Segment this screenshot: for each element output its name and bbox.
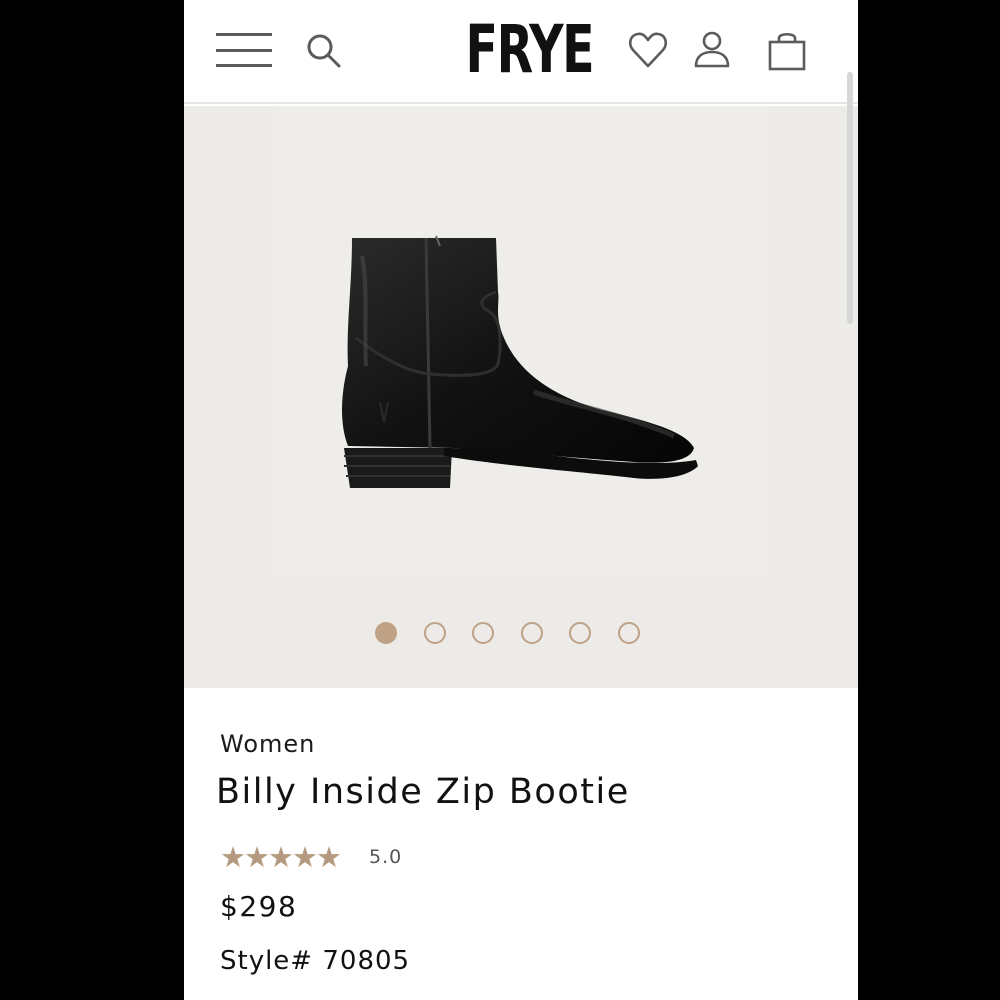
bag-icon[interactable]: [767, 30, 807, 72]
carousel-dot[interactable]: [569, 622, 591, 644]
rating-value: 5.0: [369, 846, 403, 868]
product-category[interactable]: Women: [220, 730, 315, 758]
carousel-dot[interactable]: [618, 622, 640, 644]
heart-icon[interactable]: [628, 30, 668, 70]
star-icon: ★: [220, 840, 246, 874]
carousel-dot[interactable]: [375, 622, 397, 644]
menu-icon[interactable]: [216, 33, 272, 69]
carousel-dot[interactable]: [424, 622, 446, 644]
carousel-dot[interactable]: [521, 622, 543, 644]
product-image-carousel[interactable]: [184, 106, 858, 688]
star-icon: ★: [268, 840, 294, 874]
site-header: FRYE: [184, 0, 858, 104]
star-icon: ★: [316, 840, 342, 874]
scrollbar[interactable]: [847, 72, 853, 324]
black-ankle-boot-image: [342, 235, 698, 488]
product-info: Women Billy Inside Zip Bootie ★★★★★ 5.0 …: [184, 688, 858, 1000]
product-price: $298: [220, 890, 298, 923]
star-rating[interactable]: ★★★★★: [220, 840, 342, 874]
frye-logo[interactable]: FRYE: [466, 12, 595, 88]
star-icon: ★: [244, 840, 270, 874]
mobile-page: FRYE Women Billy Inside Zip Bootie ★★★★★…: [184, 0, 858, 1000]
search-icon[interactable]: [306, 33, 342, 69]
account-icon[interactable]: [694, 30, 730, 70]
style-number: Style# 70805: [220, 946, 411, 976]
carousel-pagination: [184, 622, 858, 646]
carousel-dot[interactable]: [472, 622, 494, 644]
product-title: Billy Inside Zip Bootie: [216, 772, 630, 812]
star-icon: ★: [292, 840, 318, 874]
